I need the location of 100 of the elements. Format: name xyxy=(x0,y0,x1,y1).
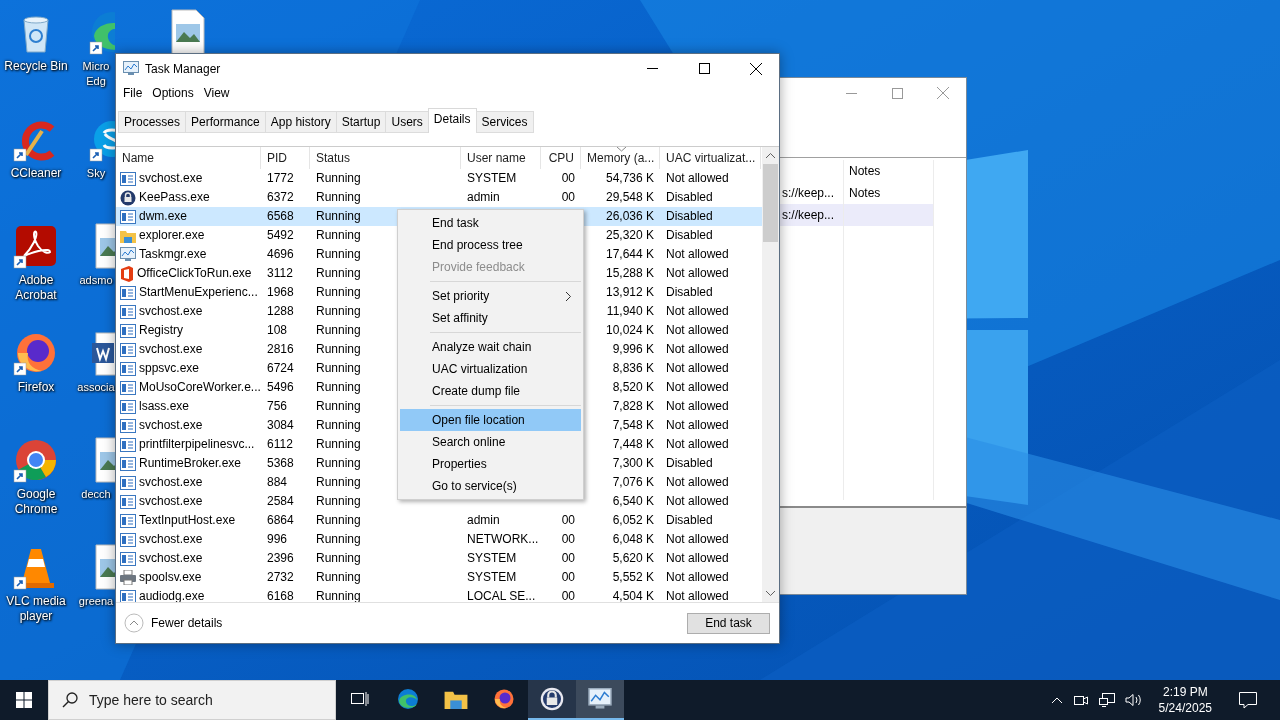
table-cell[interactable]: Registry xyxy=(139,321,183,340)
menu-item[interactable]: Set affinity xyxy=(400,307,581,329)
table-cell[interactable]: dwm.exe xyxy=(139,207,188,226)
desktop-icon-label[interactable]: adsmo xyxy=(76,273,116,288)
menu-item[interactable]: End task xyxy=(400,212,581,234)
table-cell[interactable]: svchost.exe xyxy=(139,530,203,549)
scrollbar[interactable] xyxy=(762,147,779,602)
camera-icon[interactable] xyxy=(1072,693,1089,707)
table-cell-text: LOCAL SE... xyxy=(467,588,536,602)
table-cell-text: 108 xyxy=(267,322,288,339)
tab[interactable]: Startup xyxy=(335,111,387,133)
tab[interactable]: Processes xyxy=(118,111,187,133)
table-cell-text: 11,940 K xyxy=(606,303,654,320)
tab[interactable]: App history xyxy=(264,111,337,133)
chevron-up-icon[interactable] xyxy=(1050,696,1063,704)
desktop-icon-label[interactable]: VLC media player xyxy=(0,594,72,624)
column-header[interactable]: CPU xyxy=(541,147,581,169)
table-cell[interactable]: KeePass.exe xyxy=(139,188,210,207)
table-cell[interactable]: RuntimeBroker.exe xyxy=(139,454,242,473)
volume-icon[interactable] xyxy=(1124,693,1143,707)
program-window-icon xyxy=(120,342,136,357)
table-cell[interactable]: svchost.exe xyxy=(139,340,203,359)
menu-item[interactable]: Options xyxy=(147,83,199,103)
menu-item[interactable]: Properties xyxy=(400,453,581,475)
table-cell-text: 1288 xyxy=(267,303,294,320)
table-cell[interactable]: audiodg.exe xyxy=(139,587,205,602)
table-cell[interactable]: svchost.exe xyxy=(139,302,203,321)
taskbar-app-button[interactable] xyxy=(576,680,624,720)
menu-item[interactable]: Analyze wait chain xyxy=(400,336,581,358)
menu-item[interactable]: Open file location xyxy=(400,409,581,431)
scroll-up-icon[interactable] xyxy=(766,153,775,158)
menu-item[interactable]: UAC virtualization xyxy=(400,358,581,380)
desktop-icon-label[interactable]: CCleaner xyxy=(0,166,72,181)
desktop-icon-label[interactable]: associa xyxy=(76,380,116,395)
table-cell[interactable]: lsass.exe xyxy=(139,397,190,416)
table-cell-text: Running xyxy=(316,227,361,244)
column-header[interactable]: Status xyxy=(310,147,461,169)
desktop-icon-label[interactable]: Firefox xyxy=(0,380,72,395)
table-cell-text: Not allowed xyxy=(666,531,729,548)
tab[interactable]: Performance xyxy=(185,111,266,133)
menu-item[interactable]: View xyxy=(198,83,235,103)
table-cell-text: Running xyxy=(316,379,361,396)
table-cell-text: Running xyxy=(316,246,361,263)
program-window-icon xyxy=(120,209,136,224)
table-cell[interactable]: spoolsv.exe xyxy=(139,568,202,587)
scroll-down-icon[interactable] xyxy=(766,591,775,596)
search-field[interactable]: Type here to search xyxy=(48,680,336,720)
table-cell[interactable]: svchost.exe xyxy=(139,473,203,492)
table-cell[interactable]: svchost.exe xyxy=(139,416,203,435)
table-cell[interactable]: MoUsoCoreWorker.e... xyxy=(139,378,261,397)
tab[interactable]: Users xyxy=(385,111,429,133)
desktop-icon-label[interactable]: Micro Edg xyxy=(76,59,116,89)
tab[interactable]: Services xyxy=(475,111,534,133)
desktop-icon-label[interactable]: Recycle Bin xyxy=(0,59,72,74)
app-logo-icon xyxy=(396,687,420,711)
table-cell-text: Running xyxy=(316,417,361,434)
table-cell-text: 884 xyxy=(267,474,288,491)
table-cell-text: Running xyxy=(316,512,361,529)
taskbar-app-button[interactable] xyxy=(528,680,576,720)
table-cell-text: Not allowed xyxy=(666,417,729,434)
menu-item[interactable]: Set priority xyxy=(400,285,581,307)
network-icon[interactable] xyxy=(1098,693,1115,707)
clock-time: 2:19 PM xyxy=(1162,684,1208,700)
table-cell[interactable]: svchost.exe xyxy=(139,492,203,511)
column-header[interactable]: PID xyxy=(261,147,310,169)
clock[interactable]: 2:19 PM 5/24/2025 xyxy=(1152,684,1218,716)
table-cell[interactable]: TextInputHost.exe xyxy=(139,511,236,530)
table-cell-text: 5,620 K xyxy=(612,550,654,567)
desktop-icon-label[interactable]: Sky xyxy=(76,166,116,181)
folder-icon xyxy=(444,689,468,709)
column-header[interactable]: Name xyxy=(116,147,261,169)
table-cell-text: Not allowed xyxy=(666,550,729,567)
end-task-button[interactable]: End task xyxy=(687,612,770,634)
table-cell[interactable]: svchost.exe xyxy=(139,169,203,188)
column-header[interactable]: UAC virtualizat... xyxy=(660,147,761,169)
table-cell[interactable]: OfficeClickToRun.exe xyxy=(137,264,252,283)
column-header[interactable]: Notes xyxy=(843,160,933,182)
table-cell[interactable]: printfilterpipelinesvc... xyxy=(139,435,255,454)
table-cell-text: 3112 xyxy=(267,265,293,282)
desktop-icon-label[interactable]: greena xyxy=(76,594,116,609)
menu-item[interactable]: File xyxy=(118,83,148,103)
scrollbar-thumb[interactable] xyxy=(763,164,778,242)
desktop-icon-label[interactable]: Google Chrome xyxy=(0,487,72,517)
table-cell-text: Not allowed xyxy=(666,474,729,491)
fewer-details-button[interactable]: Fewer details xyxy=(124,613,223,633)
desktop-icon-label[interactable]: decch xyxy=(76,487,116,502)
table-cell-text: 9,996 K xyxy=(612,341,654,358)
table-cell[interactable]: sppsvc.exe xyxy=(139,359,200,378)
menu-item[interactable]: Create dump file xyxy=(400,380,581,402)
notification-icon[interactable] xyxy=(1238,691,1258,709)
table-cell[interactable]: StartMenuExperienc... xyxy=(139,283,258,302)
table-cell[interactable]: Taskmgr.exe xyxy=(139,245,207,264)
menu-item[interactable]: Go to service(s) xyxy=(400,475,581,497)
desktop-icon-label[interactable]: Adobe Acrobat xyxy=(0,273,72,303)
table-cell[interactable]: svchost.exe xyxy=(139,549,203,568)
menu-item[interactable]: Search online xyxy=(400,431,581,453)
menu-item[interactable]: End process tree xyxy=(400,234,581,256)
column-header[interactable]: User name xyxy=(461,147,541,169)
column-header[interactable]: Memory (a... xyxy=(581,147,660,169)
table-cell[interactable]: explorer.exe xyxy=(139,226,205,245)
